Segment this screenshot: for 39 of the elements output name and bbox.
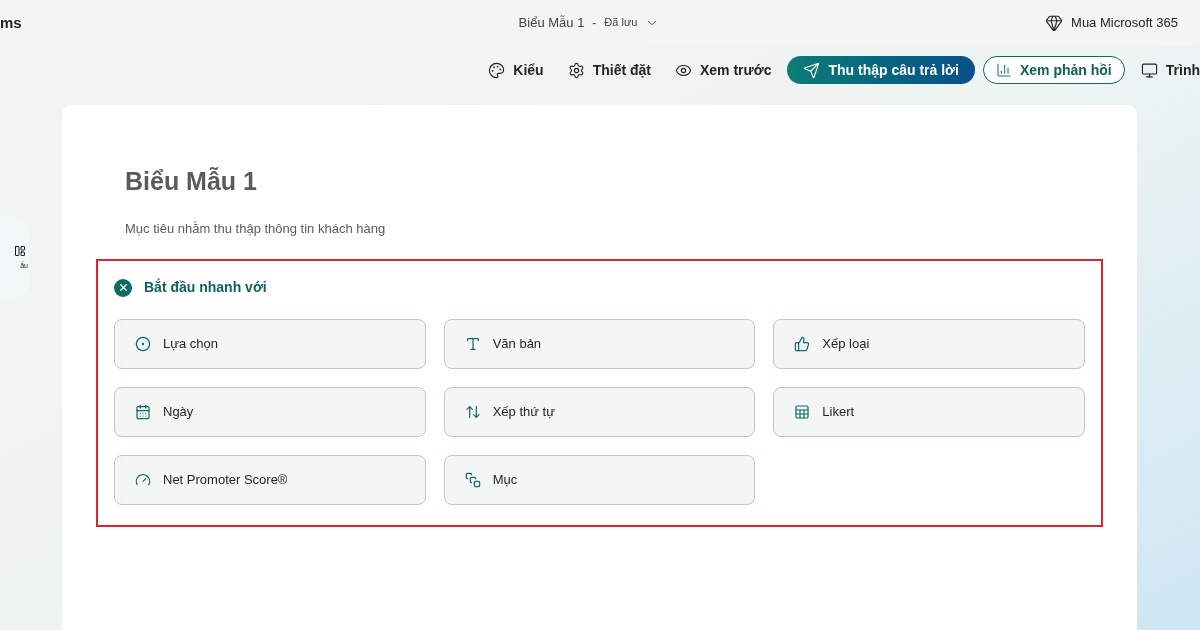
question-type-button[interactable]: Xếp loại <box>773 319 1085 369</box>
thumbs-up-icon <box>794 336 811 352</box>
view-responses-button[interactable]: Xem phản hồi <box>982 56 1125 84</box>
question-type-button[interactable]: Mục <box>443 455 756 505</box>
title-separator: - <box>592 14 597 32</box>
settings-icon <box>567 61 585 79</box>
close-button[interactable] <box>114 278 132 297</box>
preview-button[interactable]: Xem trước <box>667 56 780 84</box>
gauge-icon <box>135 472 151 488</box>
document-title: Biểu Mẫu 1 <box>518 13 585 32</box>
question-type-button[interactable]: Văn bản <box>443 319 756 369</box>
diamond-icon <box>1045 13 1064 32</box>
present-button[interactable]: Trình <box>1132 56 1200 84</box>
monitor-icon <box>1140 61 1158 79</box>
question-type-button[interactable]: Xếp thứ tự <box>443 387 756 437</box>
question-type-button[interactable]: Likert <box>773 387 1085 437</box>
bar-chart-icon <box>995 62 1012 78</box>
palette-icon <box>488 61 506 79</box>
stacked-squares-icon <box>464 472 481 488</box>
form-title: Biểu Mẫu 1 <box>125 166 258 197</box>
buy-microsoft-365-link[interactable]: Mua Microsoft 365 <box>1045 12 1178 33</box>
table-icon <box>794 404 811 420</box>
collect-responses-button[interactable]: Thu thập câu trả lời <box>787 56 975 84</box>
layout-icon <box>14 244 26 257</box>
calendar-icon <box>135 404 151 420</box>
style-button[interactable]: Kiểu <box>480 56 552 84</box>
question-type-button[interactable]: Ngày <box>114 387 426 437</box>
text-icon <box>464 336 481 352</box>
save-status-dropdown[interactable]: Đã lưu <box>604 14 660 31</box>
up-down-arrows-icon <box>464 404 481 420</box>
settings-button[interactable]: Thiết đặt <box>559 56 659 84</box>
question-type-button[interactable]: Net Promoter Score® <box>114 455 426 505</box>
app-name: ms <box>0 13 22 31</box>
form-description: Mục tiêu nhằm thu thập thông tin khách hàng <box>125 219 387 238</box>
close-icon <box>117 282 129 293</box>
radio-icon <box>135 336 151 352</box>
send-icon <box>803 61 821 79</box>
quick-start-heading: Bắt đầu nhanh với <box>144 277 267 297</box>
question-type-button[interactable]: Lựa chọn <box>114 319 426 369</box>
